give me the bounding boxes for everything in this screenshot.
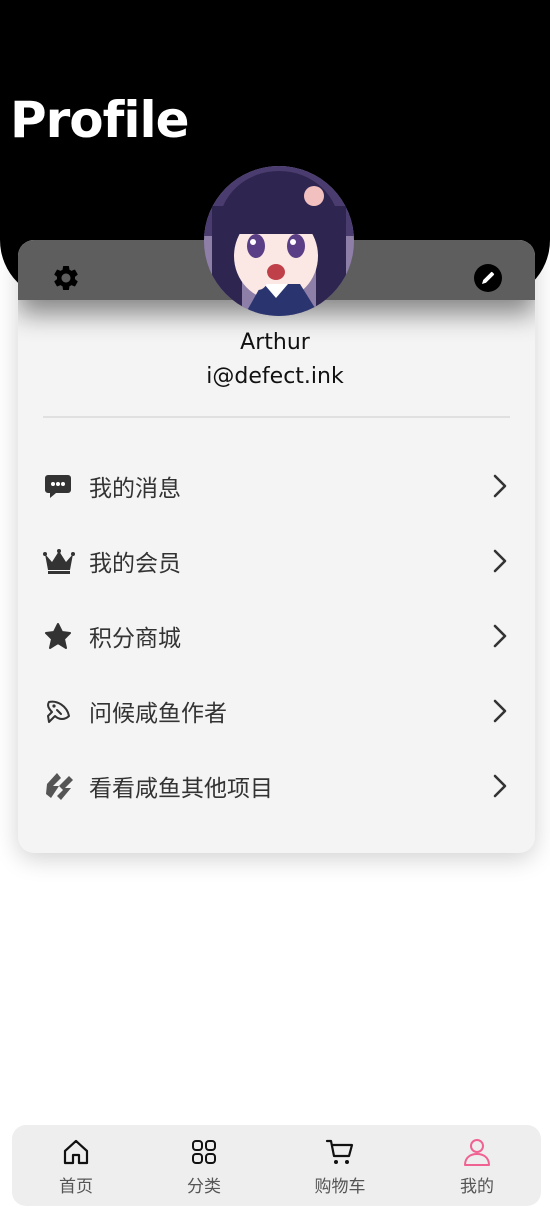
tab-label: 购物车 — [314, 1177, 366, 1197]
gear-icon — [54, 266, 78, 290]
menu-item-label: 我的消息 — [89, 476, 181, 502]
menu-item-greet-author[interactable]: 问候咸鱼作者 — [43, 683, 513, 739]
tab-home[interactable]: 首页 — [12, 1125, 140, 1206]
pencil-icon — [474, 264, 502, 292]
menu-item-other-projects[interactable]: 看看咸鱼其他项目 — [43, 758, 513, 814]
chevron-right-icon — [487, 548, 513, 574]
fish-icon — [43, 694, 77, 728]
divider — [43, 416, 510, 418]
message-icon — [43, 469, 77, 503]
menu-item-label: 积分商城 — [89, 626, 181, 652]
home-icon — [62, 1137, 90, 1167]
user-email: i@defect.ink — [206, 364, 344, 389]
menu-item-messages[interactable]: 我的消息 — [43, 458, 513, 514]
logo-icon — [43, 769, 77, 803]
chevron-right-icon — [487, 623, 513, 649]
crown-icon — [43, 544, 77, 578]
tab-category[interactable]: 分类 — [140, 1125, 268, 1206]
menu-item-label: 问候咸鱼作者 — [89, 701, 227, 727]
avatar[interactable] — [204, 166, 354, 316]
user-name: Arthur — [240, 330, 310, 355]
chevron-right-icon — [487, 698, 513, 724]
tab-cart[interactable]: 购物车 — [276, 1125, 404, 1206]
menu-item-label: 看看咸鱼其他项目 — [89, 776, 273, 802]
user-icon — [462, 1137, 492, 1167]
star-icon — [43, 619, 77, 653]
tab-label: 分类 — [187, 1177, 221, 1197]
page-title: Profile — [10, 91, 190, 149]
chevron-right-icon — [487, 773, 513, 799]
bottom-tab-bar: 首页 分类 购物车 我的 — [12, 1125, 541, 1206]
settings-button[interactable] — [50, 262, 82, 294]
anime-girl-avatar — [204, 166, 354, 316]
grid-icon — [190, 1137, 218, 1167]
tab-label: 首页 — [59, 1177, 93, 1197]
cart-icon — [325, 1137, 355, 1167]
menu-item-label: 我的会员 — [89, 551, 181, 577]
chevron-right-icon — [487, 473, 513, 499]
tab-label: 我的 — [460, 1177, 494, 1197]
edit-profile-button[interactable] — [472, 262, 504, 294]
tab-profile[interactable]: 我的 — [413, 1125, 541, 1206]
menu-item-points-mall[interactable]: 积分商城 — [43, 608, 513, 664]
menu-item-membership[interactable]: 我的会员 — [43, 533, 513, 589]
